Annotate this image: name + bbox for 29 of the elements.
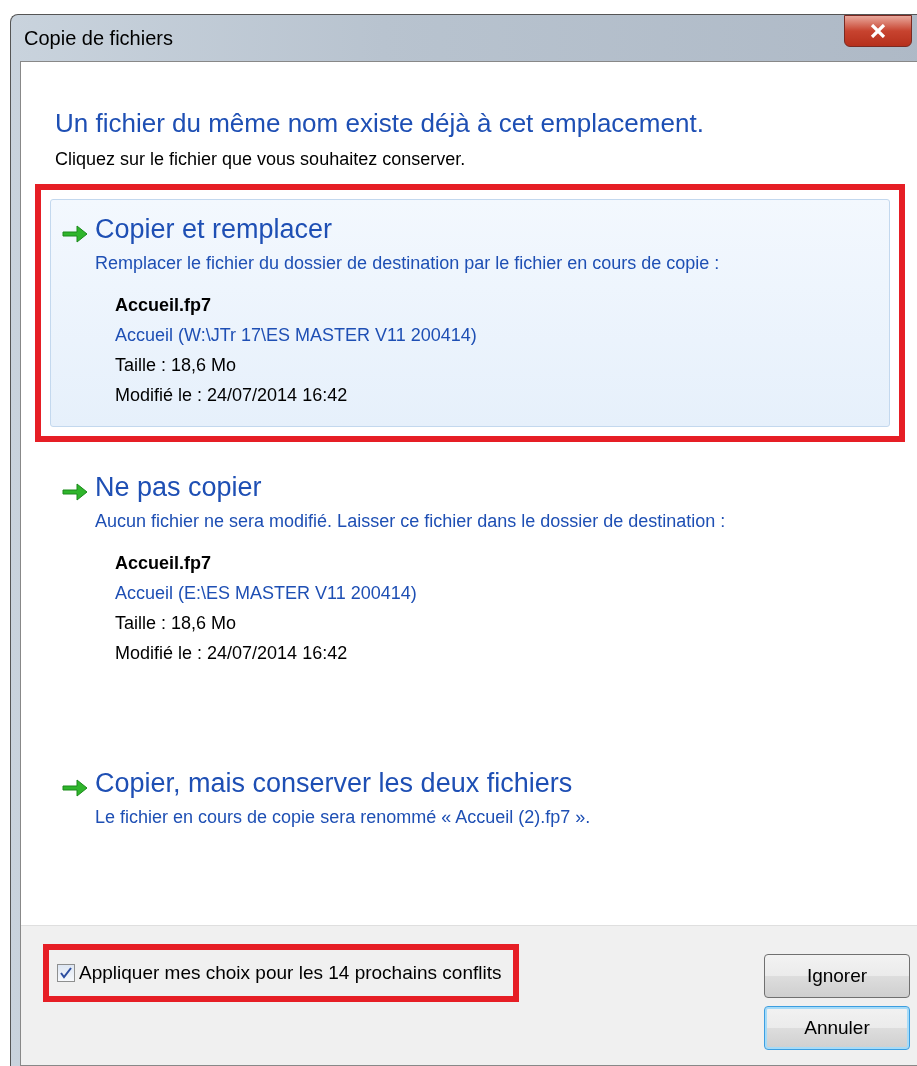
option-description: Le fichier en cours de copie sera renommé « Accueil (2).fp7 ».	[95, 806, 592, 829]
choice-option[interactable]: Ne pas copier Aucun fichier ne sera modifié. Laisser ce fichier dans le dossier de destination : Accueil.fp7 Accueil (E:\ES MASTER V11 200414) Taille : 18,6 Mo Modifié le : 24/07/2014 16:42	[50, 457, 890, 685]
option-title: Ne pas copier	[95, 472, 263, 503]
close-button[interactable]	[844, 15, 912, 47]
file-location: Accueil (E:\ES MASTER V11 200414)	[115, 582, 418, 605]
option-description: Remplacer le fichier du dossier de destination par le fichier en cours de copie :	[95, 252, 721, 275]
choice-option[interactable]: Copier, mais conserver les deux fichiers Le fichier en cours de copie sera renommé « Accueil (2).fp7 ».	[50, 753, 890, 849]
file-name: Accueil.fp7	[115, 294, 213, 317]
arrow-icon	[61, 776, 89, 800]
file-name: Accueil.fp7	[115, 552, 213, 575]
ignore-button[interactable]: Ignorer	[764, 954, 910, 998]
file-size: Taille : 18,6 Mo	[115, 612, 238, 635]
close-icon	[870, 24, 886, 38]
checkmark-icon	[60, 967, 72, 979]
arrow-icon	[61, 222, 89, 246]
file-location: Accueil (W:\JTr 17\ES MASTER V11 200414)	[115, 324, 478, 347]
window-title: Copie de fichiers	[24, 26, 173, 50]
checkbox[interactable]	[57, 964, 75, 982]
file-size: Taille : 18,6 Mo	[115, 354, 238, 377]
arrow-icon	[61, 480, 89, 504]
dialog-heading: Un fichier du même nom existe déjà à cet emplacement.	[55, 108, 705, 139]
option-title: Copier, mais conserver les deux fichiers	[95, 768, 574, 799]
checkbox-label: Appliquer mes choix pour les 14 prochains conflits	[79, 962, 502, 984]
cancel-button[interactable]: Annuler	[764, 1006, 910, 1050]
instruction-text: Cliquez sur le fichier que vous souhaitez conserver.	[55, 149, 467, 170]
option-title: Copier et remplacer	[95, 214, 334, 245]
option-description: Aucun fichier ne sera modifié. Laisser ce fichier dans le dossier de destination :	[95, 510, 727, 533]
file-modified: Modifié le : 24/07/2014 16:42	[115, 642, 349, 665]
file-modified: Modifié le : 24/07/2014 16:42	[115, 384, 349, 407]
